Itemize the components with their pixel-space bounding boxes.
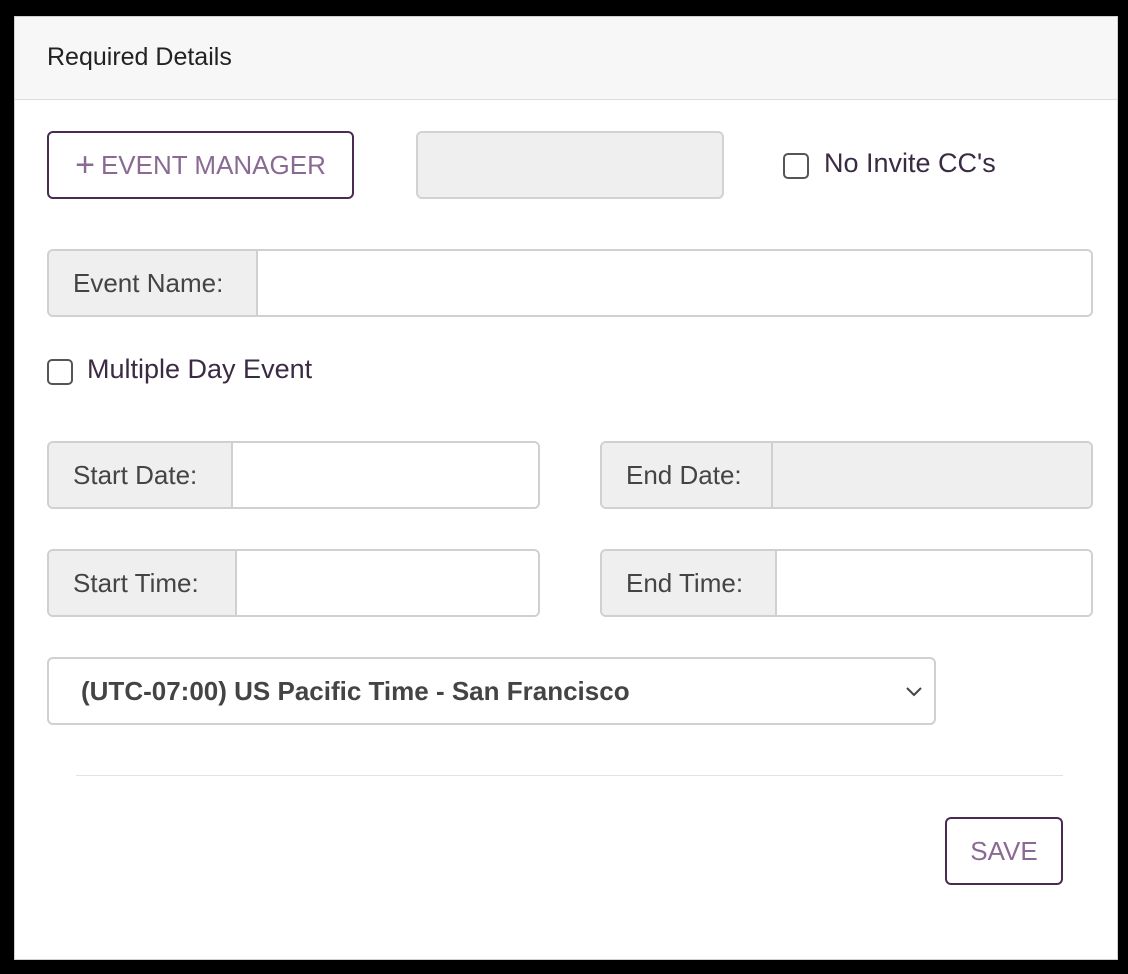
chevron-down-icon [906,687,922,697]
event-manager-display [416,131,724,199]
end-date-label: End Date: [602,443,773,507]
event-name-group: Event Name: [47,249,1093,317]
end-date-group: End Date: [600,441,1093,509]
required-details-panel: Required Details + EVENT MANAGER No Invi… [14,16,1118,960]
end-time-group: End Time: [600,549,1093,617]
add-event-manager-button[interactable]: + EVENT MANAGER [47,131,354,199]
timezone-select[interactable]: (UTC-07:00) US Pacific Time - San Franci… [47,657,936,725]
event-manager-label: EVENT MANAGER [100,149,326,180]
plus-icon: + [75,146,95,184]
timezone-selected-value: (UTC-07:00) US Pacific Time - San Franci… [81,675,630,706]
start-time-label: Start Time: [49,551,237,615]
no-invite-cc-label: No Invite CC's [824,148,996,178]
multiple-day-checkbox[interactable] [47,359,73,385]
panel-header: Required Details [15,17,1117,100]
save-button[interactable]: SAVE [945,817,1063,885]
start-date-label: Start Date: [49,443,233,507]
end-time-label: End Time: [602,551,777,615]
start-date-input[interactable] [233,443,538,507]
start-time-input[interactable] [237,551,538,615]
divider [76,775,1063,776]
multiple-day-label: Multiple Day Event [87,354,313,384]
event-name-label: Event Name: [49,251,258,315]
no-invite-cc-checkbox[interactable] [783,153,809,179]
start-date-group: Start Date: [47,441,540,509]
end-date-input [773,443,1091,507]
event-name-input[interactable] [258,251,1091,315]
end-time-input[interactable] [777,551,1091,615]
panel-title: Required Details [47,43,232,71]
start-time-group: Start Time: [47,549,540,617]
